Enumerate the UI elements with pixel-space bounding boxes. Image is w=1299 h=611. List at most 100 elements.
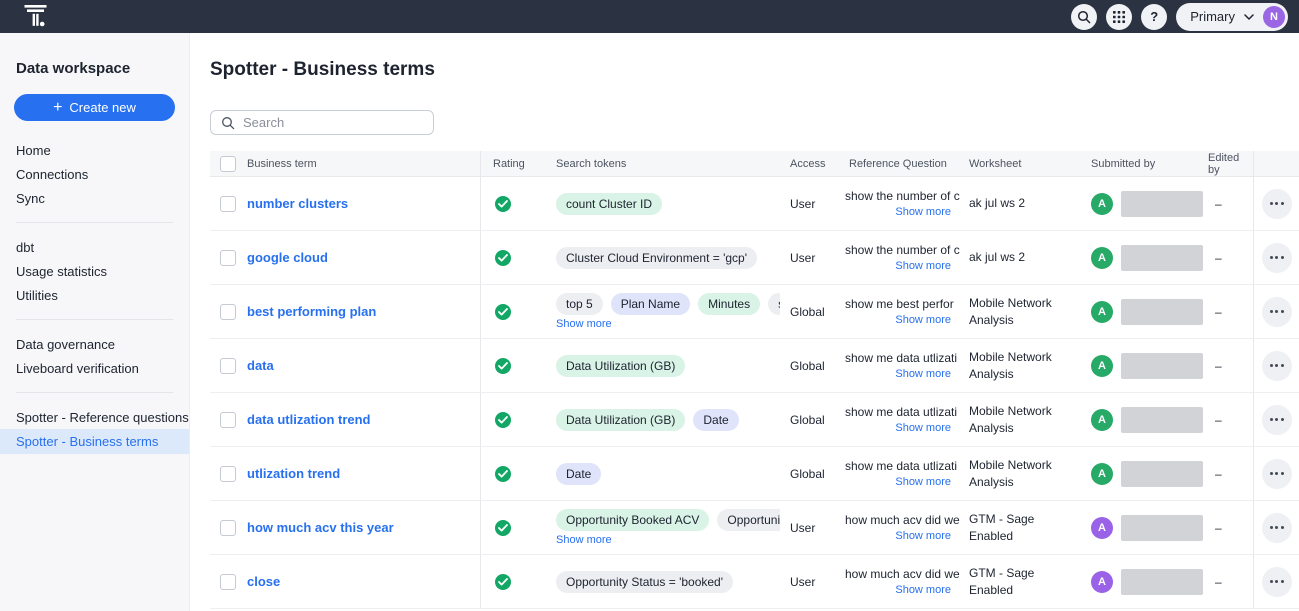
column-header-search-tokens[interactable]: Search tokens — [545, 151, 780, 176]
column-header-submitted-by[interactable]: Submitted by — [1083, 151, 1203, 176]
row-actions-button[interactable] — [1262, 513, 1292, 543]
user-avatar[interactable]: N — [1263, 6, 1285, 28]
redacted-submitter-name — [1121, 461, 1203, 487]
sidebar-item-liveboard-verification[interactable]: Liveboard verification — [0, 356, 189, 380]
grid-icon — [1113, 11, 1125, 23]
org-switcher[interactable]: Primary N — [1176, 3, 1288, 31]
show-more-link[interactable]: Show more — [556, 318, 612, 330]
redacted-submitter-name — [1121, 569, 1203, 595]
sidebar-item-utilities[interactable]: Utilities — [0, 283, 189, 307]
verified-check-icon — [495, 196, 511, 212]
row-actions-button[interactable] — [1262, 405, 1292, 435]
column-header-worksheet[interactable]: Worksheet — [963, 151, 1083, 176]
row-actions-button[interactable] — [1262, 459, 1292, 489]
row-checkbox[interactable] — [220, 412, 236, 428]
column-header-rating[interactable]: Rating — [481, 151, 545, 176]
show-more-link[interactable]: Show more — [895, 314, 951, 326]
sidebar-item-usage-statistics[interactable]: Usage statistics — [0, 259, 189, 283]
business-term-link[interactable]: best performing plan — [247, 304, 376, 319]
search-token-pill: Opportunity C — [717, 509, 780, 531]
table-row: dataData Utilization (GB)Globalshow me d… — [210, 339, 1299, 393]
business-term-link[interactable]: how much acv this year — [247, 520, 394, 535]
table-search[interactable] — [210, 110, 434, 135]
business-term-link[interactable]: close — [247, 574, 280, 589]
column-header-business-term[interactable]: Business term — [247, 151, 481, 176]
column-header-edited-by[interactable]: Edited by — [1203, 151, 1253, 176]
search-token-pill: Minutes — [698, 293, 760, 315]
redacted-submitter-name — [1121, 407, 1203, 433]
sidebar-item-spotter-business-terms[interactable]: Spotter - Business terms — [0, 429, 189, 454]
show-more-link[interactable]: Show more — [895, 476, 951, 488]
help-button[interactable]: ? — [1141, 4, 1167, 30]
business-term-link[interactable]: google cloud — [247, 250, 328, 265]
sidebar-item-home[interactable]: Home — [0, 138, 189, 162]
apps-switcher-button[interactable] — [1106, 4, 1132, 30]
column-header-reference-question[interactable]: Reference Question — [845, 151, 963, 176]
create-new-label: Create new — [69, 100, 135, 115]
reference-question-text: show me data utlizati — [845, 405, 963, 419]
sidebar-item-dbt[interactable]: dbt — [0, 235, 189, 259]
row-checkbox[interactable] — [220, 250, 236, 266]
submitter-avatar: A — [1091, 463, 1113, 485]
business-term-link[interactable]: number clusters — [247, 196, 348, 211]
sidebar-item-sync[interactable]: Sync — [0, 186, 189, 210]
row-actions-button[interactable] — [1262, 243, 1292, 273]
search-token-pill: top 5 — [556, 293, 603, 315]
show-more-link[interactable]: Show more — [895, 368, 951, 380]
search-input[interactable] — [243, 115, 423, 130]
search-token-pill: count Cluster ID — [556, 193, 662, 215]
search-token-pill: Opportunity Booked ACV — [556, 509, 709, 531]
show-more-link[interactable]: Show more — [895, 584, 951, 596]
row-actions-button[interactable] — [1262, 351, 1292, 381]
worksheet-name: Mobile Network Analysis — [969, 457, 1073, 489]
access-value: Global — [790, 467, 825, 481]
sidebar-item-connections[interactable]: Connections — [0, 162, 189, 186]
verified-check-icon — [495, 304, 511, 320]
edited-by-value: – — [1215, 359, 1222, 373]
reference-question-text: show me best perfor — [845, 297, 963, 311]
row-checkbox[interactable] — [220, 520, 236, 536]
topbar: ? Primary N — [0, 0, 1299, 33]
token-row: count Cluster ID — [556, 193, 662, 215]
thoughtspot-logo-icon — [24, 5, 49, 28]
edited-by-value: – — [1215, 251, 1222, 265]
edited-by-value: – — [1215, 575, 1222, 589]
verified-check-icon — [495, 574, 511, 590]
row-checkbox[interactable] — [220, 574, 236, 590]
show-more-link[interactable]: Show more — [895, 530, 951, 542]
show-more-link[interactable]: Show more — [895, 206, 951, 218]
token-row: Opportunity Status = 'booked' — [556, 571, 733, 593]
select-all-checkbox[interactable] — [220, 156, 236, 172]
sidebar-item-spotter-reference-questions[interactable]: Spotter - Reference questions — [0, 405, 189, 429]
submitter-avatar: A — [1091, 571, 1113, 593]
row-actions-button[interactable] — [1262, 567, 1292, 597]
row-checkbox[interactable] — [220, 304, 236, 320]
business-term-link[interactable]: utlization trend — [247, 466, 340, 481]
row-checkbox[interactable] — [220, 358, 236, 374]
show-more-link[interactable]: Show more — [556, 534, 612, 546]
sidebar-item-data-governance[interactable]: Data governance — [0, 332, 189, 356]
row-checkbox[interactable] — [220, 196, 236, 212]
business-term-link[interactable]: data utlization trend — [247, 412, 371, 427]
search-token-pill: Date — [693, 409, 738, 431]
search-token-pill: Date — [556, 463, 601, 485]
worksheet-name: Mobile Network Analysis — [969, 349, 1073, 381]
token-row: Data Utilization (GB)Date — [556, 409, 739, 431]
global-search-button[interactable] — [1071, 4, 1097, 30]
sidebar: Data workspace + Create new Home Connect… — [0, 33, 190, 611]
search-icon — [221, 116, 235, 130]
row-actions-button[interactable] — [1262, 297, 1292, 327]
column-header-access[interactable]: Access — [780, 151, 845, 176]
row-checkbox[interactable] — [220, 466, 236, 482]
org-switcher-label: Primary — [1190, 9, 1235, 24]
show-more-link[interactable]: Show more — [895, 422, 951, 434]
row-actions-button[interactable] — [1262, 189, 1292, 219]
business-term-link[interactable]: data — [247, 358, 274, 373]
table-row: closeOpportunity Status = 'booked'Userho… — [210, 555, 1299, 609]
token-row: Data Utilization (GB) — [556, 355, 685, 377]
submitter-avatar: A — [1091, 355, 1113, 377]
token-row: Date — [556, 463, 601, 485]
show-more-link[interactable]: Show more — [895, 260, 951, 272]
table-header: Business term Rating Search tokens Acces… — [210, 151, 1299, 177]
create-new-button[interactable]: + Create new — [14, 94, 175, 121]
